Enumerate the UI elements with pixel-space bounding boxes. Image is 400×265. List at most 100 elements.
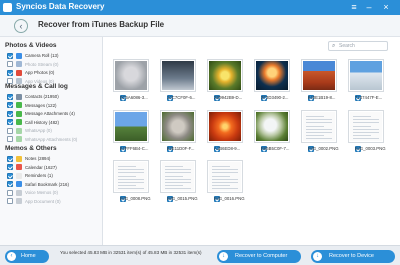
sidebar-item-checkbox[interactable]: [7, 69, 13, 76]
computer-icon: ↓: [219, 252, 228, 261]
file-name: 3F3D3490-2...: [261, 95, 289, 100]
photo-gray-image: [115, 61, 147, 90]
footer-bar: ‹ Home You selected 45.83 MB in 32531 it…: [0, 245, 400, 265]
sidebar-item-checkbox[interactable]: [7, 164, 13, 170]
file-thumbnail-photo[interactable]: [207, 59, 243, 92]
voice-memo-icon: [16, 189, 22, 196]
file-thumbnail-photo[interactable]: [254, 110, 290, 143]
notes-icon: [16, 155, 22, 162]
window-title: Syncios Data Recovery: [16, 2, 105, 11]
recover-to-computer-label: Recover to Computer: [235, 253, 288, 259]
file-thumbnail-photo[interactable]: [301, 59, 337, 92]
app-photos-icon: [16, 69, 22, 76]
sidebar-item-checkbox[interactable]: [7, 172, 13, 179]
page-title: Recover from iTunes Backup File: [38, 20, 165, 29]
file-name: IMG_0016.PNG: [214, 196, 245, 201]
calendar-icon: [16, 164, 22, 170]
file-name: 84FFF6B4-C...: [120, 146, 149, 151]
home-button[interactable]: ‹ Home: [5, 250, 49, 263]
file-thumbnail-document[interactable]: [160, 160, 196, 193]
selection-status: You selected 45.83 MB in 32531 item(s) o…: [60, 250, 202, 255]
sidebar-section-title: Messages & Call log: [5, 83, 68, 90]
sidebar-section-title: Photos & Videos: [5, 42, 57, 49]
camera-icon: [16, 52, 22, 59]
photo-penguins-image: [350, 61, 382, 90]
back-button[interactable]: ‹: [14, 19, 28, 33]
file-thumbnail-photo[interactable]: [113, 59, 149, 92]
sidebar-item-checkbox[interactable]: [7, 136, 13, 142]
sidebar-item-checkbox[interactable]: [7, 110, 13, 117]
close-icon[interactable]: ×: [380, 1, 392, 13]
file-thumbnail-document[interactable]: [348, 110, 384, 143]
attachment-icon: [16, 110, 22, 117]
sidebar-item-checkbox[interactable]: [7, 119, 13, 125]
file-name: 10C7CF0F-6...: [167, 95, 196, 100]
sidebar-item[interactable]: App Document (0): [7, 197, 102, 206]
app-logo-icon: [3, 3, 12, 12]
file-name: 640E1B19-8...: [308, 95, 336, 100]
document-preview-icon: [350, 112, 382, 141]
file-thumbnail-photo[interactable]: [348, 59, 384, 92]
file-name: 2B9942B9-D...: [214, 95, 243, 100]
file-name: IMG_0003.PNG: [355, 146, 386, 151]
photo-hydrangea-image: [256, 112, 288, 141]
file-thumbnail-photo[interactable]: [160, 59, 196, 92]
file-name: A1B6ED8-9...: [214, 146, 241, 151]
file-thumbnail-photo[interactable]: [254, 59, 290, 92]
sidebar-item-label: App Document (0): [25, 198, 61, 204]
phone-icon: [16, 119, 22, 125]
title-bar: Syncios Data Recovery ≡ – ×: [0, 0, 400, 15]
sidebar-item-checkbox[interactable]: [7, 127, 13, 134]
recover-to-device-button[interactable]: ↓ Recover to Device: [311, 250, 395, 263]
sidebar-item-checkbox[interactable]: [7, 189, 13, 196]
photostream-icon: [16, 61, 22, 67]
photo-phone-image: [162, 61, 194, 90]
photo-lighthouse-image: [115, 112, 147, 141]
file-thumbnail-document[interactable]: [301, 110, 337, 143]
photo-koala-image: [162, 112, 194, 141]
search-placeholder: Search: [339, 43, 355, 49]
sidebar-item-checkbox[interactable]: [7, 155, 13, 162]
sidebar-item-checkbox[interactable]: [7, 198, 13, 204]
search-box[interactable]: ⌕ Search: [328, 41, 388, 51]
file-name: IMG_0002.PNG: [308, 146, 339, 151]
contacts-icon: [16, 93, 22, 100]
photo-flower-image: [209, 61, 241, 90]
file-thumbnail-photo[interactable]: [207, 110, 243, 143]
sidebar-item-checkbox[interactable]: [7, 61, 13, 67]
search-icon: ⌕: [332, 43, 336, 49]
sidebar-section-title: Memos & Others: [5, 145, 57, 152]
file-grid-panel: ⌕ Search 0C6A6086-3... 10C7CF0F-6... 2B994…: [104, 37, 400, 245]
sidebar-item[interactable]: WhatsApp Attachments (0): [7, 135, 102, 144]
document-preview-icon: [115, 162, 147, 191]
sidebar-item-checkbox[interactable]: [7, 102, 13, 108]
category-sidebar: Photos & Videos Camera Roll (13) Photo Str…: [0, 37, 103, 245]
sidebar-item-checkbox[interactable]: [7, 93, 13, 100]
sidebar-item-checkbox[interactable]: [7, 181, 13, 187]
file-name: 0C6A6086-3...: [120, 95, 148, 100]
photo-jellyfish-image: [256, 61, 288, 90]
file-thumbnail-document[interactable]: [113, 160, 149, 193]
sidebar-item-checkbox[interactable]: [7, 52, 13, 59]
document-preview-icon: [303, 112, 335, 141]
recover-to-computer-button[interactable]: ↓ Recover to Computer: [217, 250, 301, 263]
file-name: 83E11D0F-F...: [167, 146, 195, 151]
device-icon: ↓: [313, 252, 322, 261]
app-document-icon: [16, 198, 22, 204]
document-preview-icon: [162, 162, 194, 191]
file-name: IMG_0008.PNG: [120, 196, 151, 201]
whatsapp-attachment-icon: [16, 136, 22, 142]
file-name: B66B5C0F-7...: [261, 146, 290, 151]
photo-chrysanthemum-image: [209, 112, 241, 141]
photo-desert-image: [303, 61, 335, 90]
file-thumbnail-photo[interactable]: [160, 110, 196, 143]
file-thumbnail-document[interactable]: [207, 160, 243, 193]
safari-icon: [16, 181, 22, 187]
file-thumbnail-photo[interactable]: [113, 110, 149, 143]
document-preview-icon: [209, 162, 241, 191]
menu-icon[interactable]: ≡: [348, 1, 360, 13]
home-button-label: Home: [21, 253, 36, 259]
messages-icon: [16, 102, 22, 108]
file-name: IMG_0015.PNG: [167, 196, 198, 201]
minimize-icon[interactable]: –: [363, 1, 375, 13]
